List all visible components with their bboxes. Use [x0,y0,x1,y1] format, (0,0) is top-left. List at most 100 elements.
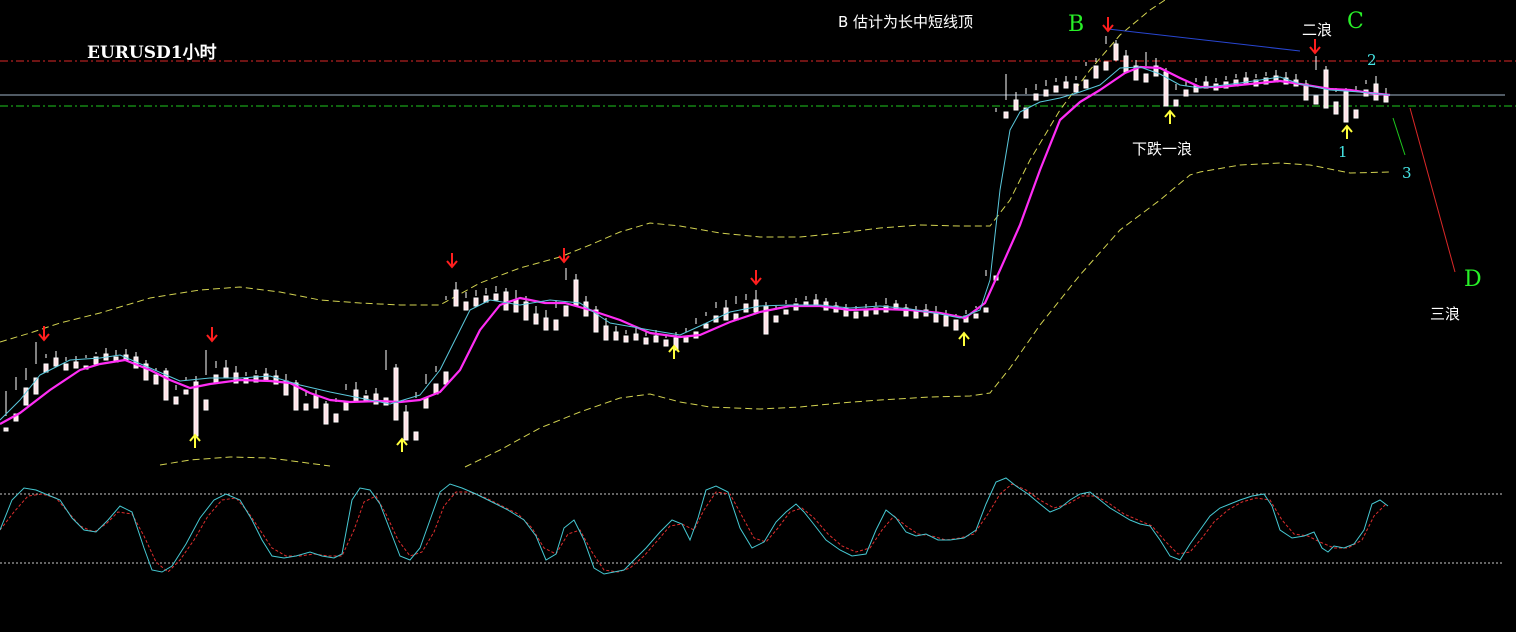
candle-body [1013,99,1019,111]
candle-body [493,293,499,301]
candle-body [173,396,179,405]
bearish-candle [213,361,219,383]
candle-body [613,331,619,341]
buy-signal-arrow-icon [396,437,408,452]
candle-body [1053,85,1059,93]
bearish-candle [1373,76,1379,101]
sell-signal-arrow-icon [446,253,458,269]
candle-body [323,403,329,425]
candle-body [753,299,759,313]
candle-body [1063,81,1069,89]
bearish-candle [1053,78,1059,93]
candle-body [1333,101,1339,115]
bearish-candle [943,310,949,327]
candle-body [773,315,779,323]
bearish-candle [913,306,919,319]
candle-body [543,317,549,331]
candle-body [333,413,339,423]
candle-body [533,313,539,325]
bearish-candle [813,294,819,307]
trend-line-b-to-c [1107,28,1301,52]
bearish-candle [453,282,459,307]
bearish-candle [1063,76,1069,89]
candle-body [1043,89,1049,97]
bearish-candle [353,382,359,403]
candle-body [503,291,509,311]
candle-body [453,289,459,307]
fast-moving-average-line [0,66,1391,421]
bearish-candle [493,286,499,301]
bearish-candle [763,302,769,335]
candle-body [3,427,9,432]
wave-line-to-d [1409,107,1456,273]
bearish-candle [543,310,549,331]
candle-body [193,381,199,437]
candle-body [343,401,349,411]
candle-body [313,395,319,409]
candle-body [623,335,629,343]
bearish-candle [423,374,429,409]
bearish-candle [223,360,229,379]
candle-body [783,309,789,315]
bearish-candle [53,351,59,367]
candle-body [353,389,359,403]
horizontal-levels-layer [0,60,1516,107]
candle-body [1123,55,1129,73]
candle-body [1003,111,1009,119]
candle-body [203,399,209,411]
sell-signal-arrow-icon [558,248,570,264]
candle-body [953,319,959,331]
bearish-candle [73,356,79,369]
bearish-candle [623,330,629,343]
bearish-candle [703,312,709,329]
bearish-candle [403,405,409,441]
candle-body [1093,65,1099,79]
candle-body [1103,61,1109,71]
slow-moving-average-line [0,65,1391,425]
bearish-candle [483,288,489,303]
candle-body [1083,79,1089,89]
candle-body [1183,89,1189,97]
bearish-candle [1043,80,1049,97]
bearish-candle [3,391,9,432]
candle-body [443,371,449,385]
wave3-label: 三浪 [1430,305,1461,323]
candle-body [553,319,559,331]
bearish-candle [343,384,349,411]
candle-body [1243,77,1249,85]
candle-body [403,411,409,441]
candle-body [73,361,79,369]
candle-body [943,315,949,327]
candle-body [1303,83,1309,101]
buy-signal-arrow-icon [958,331,970,346]
bearish-candle [1003,74,1009,119]
bearish-candle [383,350,389,406]
signal-arrows-layer [38,17,1353,452]
bearish-candle [553,300,559,331]
candle-body [973,313,979,319]
buy-signal-arrow-icon [189,433,201,448]
candle-body [373,393,379,405]
bearish-candle [1163,68,1169,107]
bearish-candle [263,368,269,381]
bearish-candle [573,274,579,307]
candle-body [1173,99,1179,107]
stochastic-main-line [0,477,1389,575]
candle-body [263,373,269,381]
symbol-title: EURUSD1小时 [87,43,217,63]
sell-signal-arrow-icon [38,326,50,342]
candle-body [473,297,479,307]
candle-body [913,311,919,319]
bearish-candle [1333,88,1339,115]
bearish-candle [503,288,509,311]
candle-body [1353,109,1359,119]
candle-body [1143,73,1149,83]
bearish-candle [1303,80,1309,101]
candle-body [643,337,649,345]
bearish-candle [1083,62,1089,89]
bearish-candle [63,357,69,371]
bearish-candle [23,368,29,406]
bearish-candle [733,296,739,321]
candle-body [1073,83,1079,93]
buy-signal-arrow-icon [1341,124,1353,139]
